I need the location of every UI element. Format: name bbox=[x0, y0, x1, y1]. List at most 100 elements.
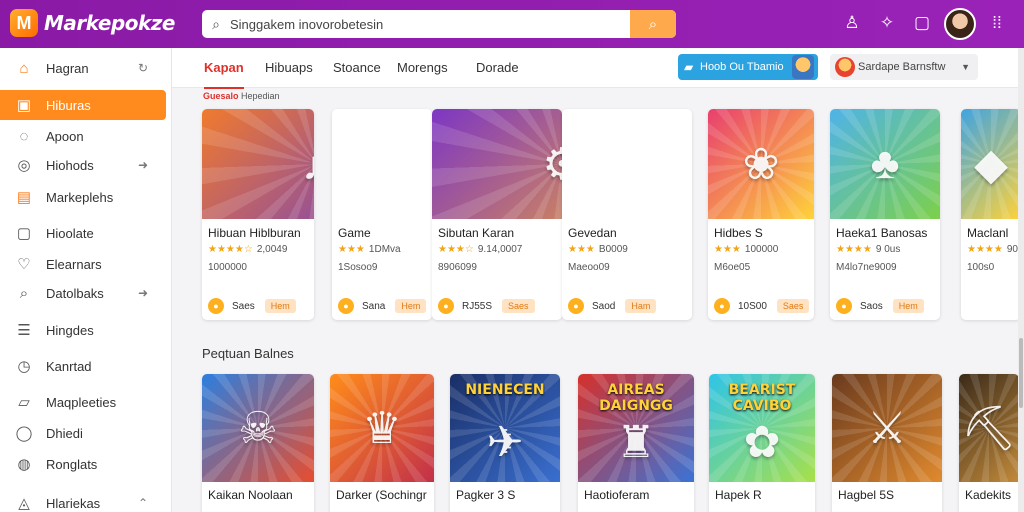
expand-arrow-icon[interactable]: ➜ bbox=[138, 158, 148, 172]
home-icon: ⌂ bbox=[19, 59, 29, 77]
price-label: Sana bbox=[362, 300, 386, 312]
sidebar-item-1[interactable]: ▣ Hiburas bbox=[0, 90, 166, 120]
search-button[interactable]: ⌕ bbox=[630, 10, 676, 38]
game-card[interactable]: ⚙Sibutan Karan★★★☆9.14,00078906099●RJ55S… bbox=[432, 109, 562, 320]
scrollbar[interactable] bbox=[1018, 48, 1024, 512]
tab-stoance[interactable]: Stoance bbox=[333, 60, 381, 75]
game-title[interactable]: Hibuan Hiblburan bbox=[208, 226, 301, 240]
star-icons: ★★★★ bbox=[967, 244, 1003, 255]
tab-dorade[interactable]: Dorade bbox=[476, 60, 519, 75]
logo-mark: M bbox=[10, 9, 38, 37]
game-card[interactable]: ♣ Haeka1 Banosas ★★★★9 0us M4lo7ne9009 ● Saos… bbox=[830, 109, 940, 320]
game-artwork[interactable]: ⚙ bbox=[432, 109, 562, 219]
avatar[interactable] bbox=[944, 8, 976, 40]
game-card[interactable]: ⚔ Hagbel 5S bbox=[832, 374, 942, 512]
install-tag[interactable]: Saes bbox=[502, 299, 535, 313]
install-tag[interactable]: Ham bbox=[625, 299, 657, 313]
tab-hibuaps[interactable]: Hibuaps bbox=[265, 60, 313, 75]
game-title[interactable]: Pagker 3 S bbox=[456, 488, 515, 502]
sidebar-item-7[interactable]: ⌕ Datolbaks ➜ bbox=[0, 278, 166, 308]
game-artwork[interactable]: ❀ bbox=[708, 109, 814, 219]
rating-count: 9 0us bbox=[875, 244, 901, 255]
game-title[interactable]: Hapek R bbox=[715, 488, 762, 502]
star-rating: ★★★★900 bbox=[967, 244, 1021, 255]
square-icon[interactable]: ▢ bbox=[911, 12, 933, 34]
sidebar-item-label: Kanrtad bbox=[46, 358, 92, 374]
game-title[interactable]: Hagbel 5S bbox=[838, 488, 894, 502]
scrollbar-thumb[interactable] bbox=[1019, 338, 1023, 408]
game-title[interactable]: Game bbox=[338, 226, 371, 240]
game-artwork[interactable]: ◆ bbox=[961, 109, 1021, 219]
game-title[interactable]: Hidbes S bbox=[714, 226, 763, 240]
game-card[interactable]: ❀ Hidbes S ★★★100000 M6oe05 ● 10S00 Saes bbox=[708, 109, 814, 320]
game-card[interactable]: BEARIST CAVIBO✿ Hapek R bbox=[709, 374, 815, 512]
promo-button[interactable]: ▰ Hoob Ou Tbamio bbox=[678, 54, 818, 80]
game-artwork[interactable]: ⛏ bbox=[959, 374, 1019, 482]
game-artwork[interactable]: ♣ bbox=[830, 109, 940, 219]
lightbulb-icon[interactable]: ✧ bbox=[876, 12, 898, 34]
artwork-rays bbox=[330, 374, 434, 482]
expand-arrow-icon[interactable]: ➜ bbox=[138, 286, 148, 300]
card-footer: ● Sana Hem bbox=[338, 298, 427, 314]
game-artwork[interactable]: ♛ bbox=[330, 374, 434, 482]
mascot-icon bbox=[792, 55, 814, 79]
game-artwork[interactable]: ⚔ bbox=[832, 374, 942, 482]
sidebar-item-11[interactable]: ◯ Dhiedi bbox=[0, 418, 166, 448]
sidebar-item-8[interactable]: ☰ Hingdes bbox=[0, 315, 166, 345]
artwork-rays bbox=[708, 109, 814, 219]
game-title[interactable]: Maclanl bbox=[967, 226, 1008, 240]
game-title[interactable]: Kadekits bbox=[965, 488, 1011, 502]
rating-count: 100000 bbox=[744, 244, 779, 255]
game-card[interactable]: Game ★★★ 1DMva 1Sosoo9 ● Sana Hem bbox=[332, 109, 432, 320]
sidebar-item-13[interactable]: ◬ Hlariekas ⌃ bbox=[0, 488, 166, 512]
install-tag[interactable]: Hem bbox=[264, 299, 296, 313]
sidebar-item-2[interactable]: ◌ Apoon bbox=[0, 121, 166, 151]
tab-kapan[interactable]: Kapan bbox=[204, 60, 244, 89]
app-logo[interactable]: M Markepokze bbox=[10, 9, 175, 37]
game-title[interactable]: Haeka1 Banosas bbox=[836, 226, 927, 240]
game-card[interactable]: NIENECEN✈ Pagker 3 S bbox=[450, 374, 560, 512]
sidebar-item-10[interactable]: ▱ Maqpleeties bbox=[0, 387, 166, 417]
game-card[interactable]: ♛ Darker (Sochingr bbox=[330, 374, 434, 512]
card-footer: ● 10S00 Saes bbox=[714, 298, 810, 314]
sidebar-item-3[interactable]: ◎ Hiohods ➜ bbox=[0, 150, 166, 180]
grid-icon[interactable]: ⁞⁞ bbox=[986, 12, 1008, 34]
expand-arrow-icon[interactable]: ⌃ bbox=[138, 496, 148, 510]
game-title[interactable]: Gevedan bbox=[568, 226, 617, 240]
price-label: Saes bbox=[232, 300, 255, 312]
install-tag[interactable]: Hem bbox=[892, 299, 924, 313]
game-artwork[interactable]: AIREAS DAIGNGG♜ bbox=[578, 374, 694, 482]
game-card[interactable]: ◆ Maclanl ★★★★900 100s0 bbox=[961, 109, 1021, 320]
star-icons: ★★★★ bbox=[836, 244, 872, 255]
game-title[interactable]: Darker (Sochingr bbox=[336, 488, 427, 502]
sidebar-item-0[interactable]: ⌂ Hagran ↻ bbox=[0, 53, 166, 83]
sidebar-item-4[interactable]: ▤ Markeplehs bbox=[0, 182, 166, 212]
star-rating: ★★★ 100000 bbox=[714, 244, 778, 255]
artwork-rays bbox=[432, 109, 562, 219]
game-card[interactable]: ☠ Kaikan Noolaan bbox=[202, 374, 314, 512]
sidebar-item-9[interactable]: ◷ Kanrtad bbox=[0, 351, 166, 381]
expand-arrow-icon[interactable]: ↻ bbox=[138, 61, 148, 75]
sidebar-item-12[interactable]: ◍ Ronglats bbox=[0, 449, 166, 479]
tab-morengs[interactable]: Morengs bbox=[397, 60, 448, 75]
search-input[interactable] bbox=[230, 10, 630, 38]
game-artwork[interactable]: ♫ bbox=[202, 109, 314, 219]
game-card[interactable]: AIREAS DAIGNGG♜ Haotioferam bbox=[578, 374, 694, 512]
game-artwork[interactable]: NIENECEN✈ bbox=[450, 374, 560, 482]
game-card[interactable]: ♫ Hibuan Hiblburan ★★★★☆2,0049 1000000 ● Saes… bbox=[202, 109, 314, 320]
list-icon: ☰ bbox=[17, 322, 31, 339]
sidebar-item-6[interactable]: ♡ Elearnars bbox=[0, 249, 166, 279]
game-title[interactable]: Sibutan Karan bbox=[438, 226, 514, 240]
install-tag[interactable]: Saes bbox=[776, 299, 810, 313]
game-artwork[interactable]: BEARIST CAVIBO✿ bbox=[709, 374, 815, 482]
user-menu-button[interactable]: Sardape Barnsftw ▼ bbox=[830, 54, 978, 80]
game-title[interactable]: Haotioferam bbox=[584, 488, 649, 502]
game-artwork[interactable]: ☠ bbox=[202, 374, 314, 482]
install-tag[interactable]: Hem bbox=[395, 299, 427, 313]
user-icon[interactable]: ♙ bbox=[841, 12, 863, 34]
game-card[interactable]: Gevedan ★★★ B0009 Maeoo09 ● Saod Ham bbox=[562, 109, 692, 320]
game-title[interactable]: Kaikan Noolaan bbox=[208, 488, 293, 502]
game-card[interactable]: ⛏ Kadekits bbox=[959, 374, 1019, 512]
sidebar-item-5[interactable]: ▢ Hioolate bbox=[0, 218, 166, 248]
rating-count: 9.14,0007 bbox=[477, 244, 523, 255]
